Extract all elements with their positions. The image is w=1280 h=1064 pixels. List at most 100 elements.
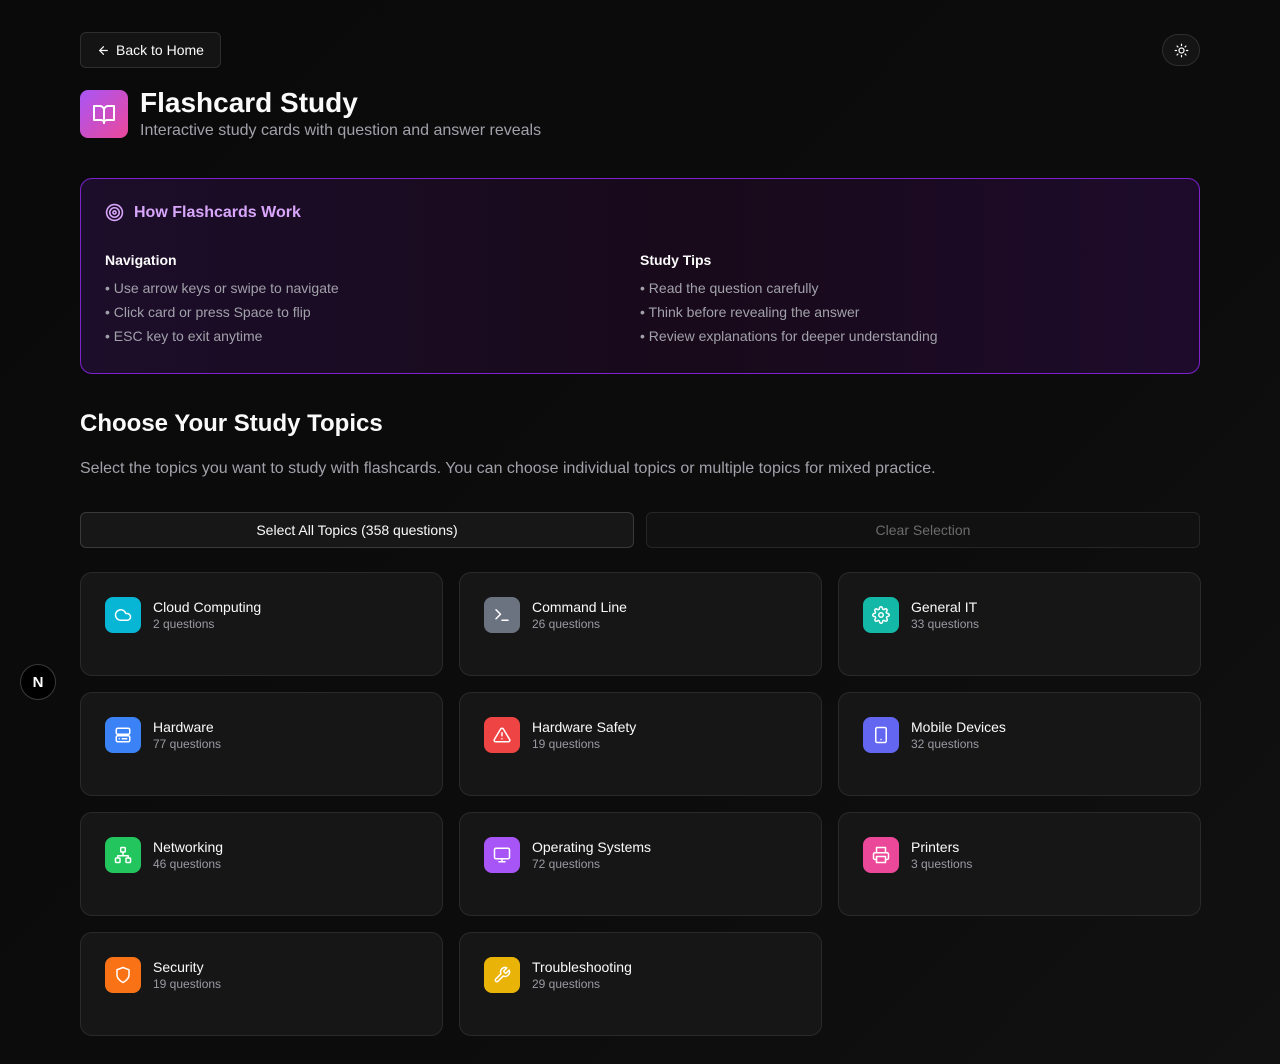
topic-text: Hardware Safety 19 questions (532, 717, 636, 771)
navigation-heading: Navigation (105, 252, 177, 268)
choose-topics-description: Select the topics you want to study with… (80, 460, 936, 477)
topic-text: Operating Systems 72 questions (532, 837, 651, 891)
book-open-icon (93, 105, 115, 124)
gear-icon (872, 606, 890, 624)
how-title-text: How Flashcards Work (134, 203, 301, 221)
tablet-icon (875, 726, 887, 744)
study-tip-item: • Read the question carefully (640, 280, 819, 296)
study-tip-item: • Think before revealing the answer (640, 304, 860, 320)
topic-question-count: 46 questions (153, 857, 222, 871)
topic-question-count: 29 questions (532, 977, 601, 991)
navigation-item: • ESC key to exit anytime (105, 328, 263, 344)
topic-name: Troubleshooting (532, 959, 632, 975)
study-tips-column: Study Tips • Read the question carefully… (640, 252, 1175, 348)
study-tip-item: • Review explanations for deeper underst… (640, 328, 938, 344)
topic-question-count: 2 questions (153, 617, 215, 631)
topic-name: Mobile Devices (911, 719, 1006, 735)
topic-card-hardware[interactable]: Hardware 77 questions (80, 692, 443, 796)
monitor-icon (493, 847, 511, 863)
topic-card-security[interactable]: Security 19 questions (80, 932, 443, 1036)
topic-question-count: 19 questions (153, 977, 222, 991)
wrench-icon (494, 966, 511, 983)
study-tips-heading: Study Tips (640, 252, 712, 268)
topic-text: Security 19 questions (153, 957, 221, 1011)
navigation-column: Navigation • Use arrow keys or swipe to … (105, 252, 640, 348)
topic-name: Cloud Computing (153, 599, 262, 615)
page-header: Flashcard Study Interactive study cards … (80, 87, 1200, 140)
topic-text: Command Line 26 questions (532, 597, 627, 651)
how-flashcards-work-panel: How Flashcards Work Navigation • Use arr… (80, 178, 1200, 374)
topic-icon-badge (863, 717, 899, 753)
topic-text: Cloud Computing 2 questions (153, 597, 261, 651)
topic-card-operating-systems[interactable]: Operating Systems 72 questions (459, 812, 822, 916)
header-logo (80, 90, 128, 138)
page-container: Back to Home Flashcard Study Interactive… (80, 32, 1201, 1036)
topic-question-count: 32 questions (911, 737, 980, 751)
server-icon (115, 727, 131, 743)
topic-grid: Cloud Computing 2 questions Command Line 26… (80, 572, 1201, 1036)
topic-card-hardware-safety[interactable]: Hardware Safety 19 questions (459, 692, 822, 796)
topic-name: Operating Systems (532, 839, 652, 855)
topic-icon-badge (484, 597, 520, 633)
network-icon (114, 846, 132, 864)
topic-text: Mobile Devices 32 questions (911, 717, 1006, 771)
shield-icon (116, 966, 130, 984)
topic-name: Security (153, 959, 204, 975)
topic-card-general-it[interactable]: General IT 33 questions (838, 572, 1201, 676)
topic-name: Hardware Safety (532, 719, 637, 735)
topic-icon-badge (863, 597, 899, 633)
back-to-home-label: Back to Home (116, 42, 204, 58)
sun-icon (1174, 43, 1188, 57)
clear-selection-button[interactable]: Clear Selection (646, 512, 1200, 548)
select-all-topics-button[interactable]: Select All Topics (358 questions) (80, 512, 634, 548)
topic-card-networking[interactable]: Networking 46 questions (80, 812, 443, 916)
target-icon (105, 203, 124, 222)
topic-name: Command Line (532, 599, 627, 615)
topic-actions: Select All Topics (358 questions) Clear … (80, 512, 1200, 548)
navigation-list: • Use arrow keys or swipe to navigate • … (105, 276, 640, 348)
topic-card-printers[interactable]: Printers 3 questions (838, 812, 1201, 916)
topic-question-count: 72 questions (532, 857, 601, 871)
page-subtitle: Interactive study cards with question an… (140, 122, 542, 139)
page-title: Flashcard Study (140, 87, 358, 118)
how-title: How Flashcards Work (105, 203, 1175, 222)
topic-text: Printers 3 questions (911, 837, 972, 891)
arrow-left-icon (99, 45, 108, 55)
topic-icon-badge (484, 957, 520, 993)
topic-text: General IT 33 questions (911, 597, 979, 651)
terminal-icon (495, 609, 509, 621)
navigation-item: • Click card or press Space to flip (105, 304, 311, 320)
topic-icon-badge (105, 717, 141, 753)
topic-text: Hardware 77 questions (153, 717, 221, 771)
topbar: Back to Home (80, 32, 1200, 68)
topic-card-command-line[interactable]: Command Line 26 questions (459, 572, 822, 676)
topic-name: Networking (153, 839, 224, 855)
topic-question-count: 26 questions (532, 617, 601, 631)
topic-name: Hardware (153, 719, 214, 735)
theme-toggle-button[interactable] (1162, 34, 1200, 66)
topic-question-count: 33 questions (911, 617, 980, 631)
topic-card-cloud-computing[interactable]: Cloud Computing 2 questions (80, 572, 443, 676)
topic-card-troubleshooting[interactable]: Troubleshooting 29 questions (459, 932, 822, 1036)
how-columns: Navigation • Use arrow keys or swipe to … (105, 252, 1175, 348)
topic-icon-badge (863, 837, 899, 873)
warning-icon (493, 727, 511, 743)
topic-question-count: 19 questions (532, 737, 601, 751)
topic-name: Printers (911, 839, 960, 855)
choose-topics-title: Choose Your Study Topics (80, 410, 383, 437)
study-tips-list: • Read the question carefully • Think be… (640, 276, 1175, 348)
next-dev-badge[interactable]: N (20, 664, 56, 700)
topic-card-mobile-devices[interactable]: Mobile Devices 32 questions (838, 692, 1201, 796)
topic-text: Networking 46 questions (153, 837, 223, 891)
topic-icon-badge (105, 597, 141, 633)
topic-icon-badge (105, 837, 141, 873)
topic-icon-badge (484, 837, 520, 873)
topic-icon-badge (484, 717, 520, 753)
back-to-home-button[interactable]: Back to Home (80, 32, 221, 68)
printer-icon (872, 846, 890, 864)
topic-text: Troubleshooting 29 questions (532, 957, 632, 1011)
navigation-item: • Use arrow keys or swipe to navigate (105, 280, 339, 296)
topic-name: General IT (911, 599, 978, 615)
topic-question-count: 3 questions (911, 857, 973, 871)
cloud-icon (114, 609, 132, 621)
